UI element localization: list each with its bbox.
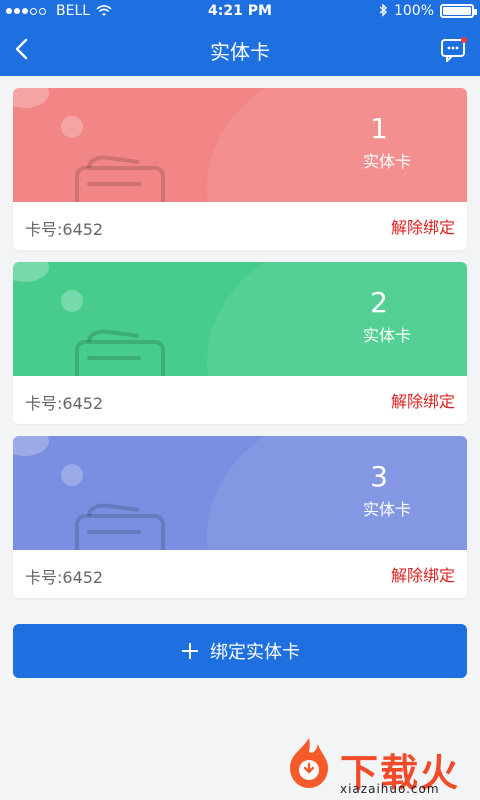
bind-card-button[interactable]: 绑定实体卡 [13, 624, 467, 678]
unbind-button[interactable]: 解除绑定 [391, 214, 455, 238]
card-number: 卡号:6452 [25, 220, 104, 239]
card-number: 卡号:6452 [25, 568, 104, 587]
unbind-button[interactable]: 解除绑定 [391, 562, 455, 586]
card-item[interactable]: 3 实体卡 卡号:6452 解除绑定 [13, 436, 467, 598]
chat-bubble-icon[interactable] [440, 36, 468, 64]
unbind-button[interactable]: 解除绑定 [391, 388, 455, 412]
card-list: 1 实体卡 卡号:6452 解除绑定 2 实体卡 卡号:6452 解除绑定 3 … [13, 88, 467, 610]
decor-bubble [13, 262, 49, 282]
page-title: 实体卡 [210, 40, 270, 64]
card-footer: 卡号:6452 解除绑定 [13, 550, 467, 598]
flame-logo-icon [290, 738, 328, 788]
decor-bubble [61, 116, 83, 138]
decor-shape [207, 88, 467, 202]
status-bar: BELL 4:21 PM 100% [0, 0, 480, 24]
card-type-label: 实体卡 [362, 326, 411, 345]
card-item[interactable]: 2 实体卡 卡号:6452 解除绑定 [13, 262, 467, 424]
status-right: 100% [378, 3, 477, 19]
card-wallet-icon [75, 329, 165, 376]
decor-shape [207, 436, 467, 550]
battery-percentage: 100% [393, 3, 434, 19]
card-index: 2 [370, 286, 388, 319]
card-face[interactable]: 1 实体卡 [13, 88, 467, 202]
header: BELL 4:21 PM 100% 实体卡 [0, 0, 480, 76]
card-type-label: 实体卡 [362, 152, 411, 171]
card-wallet-icon [75, 155, 165, 202]
decor-bubble [61, 464, 83, 486]
bluetooth-icon [379, 4, 388, 17]
card-wallet-icon [75, 503, 165, 550]
bind-card-label: 绑定实体卡 [210, 642, 300, 663]
decor-bubble [61, 290, 83, 312]
decor-bubble [13, 88, 49, 108]
card-footer: 卡号:6452 解除绑定 [13, 376, 467, 424]
card-index: 1 [370, 112, 388, 145]
card-item[interactable]: 1 实体卡 卡号:6452 解除绑定 [13, 88, 467, 250]
watermark: 下载火 xiazaihuo.com [282, 736, 472, 796]
plus-icon [180, 641, 200, 661]
decor-bubble [13, 436, 49, 456]
battery-fill [443, 7, 471, 15]
decor-shape [207, 262, 467, 376]
card-face[interactable]: 3 实体卡 [13, 436, 467, 550]
card-footer: 卡号:6452 解除绑定 [13, 202, 467, 250]
card-number: 卡号:6452 [25, 394, 104, 413]
watermark-url: xiazaihuo.com [340, 782, 440, 796]
card-type-label: 实体卡 [362, 500, 411, 519]
card-face[interactable]: 2 实体卡 [13, 262, 467, 376]
navigation-bar: 实体卡 [0, 24, 480, 76]
card-index: 3 [370, 460, 388, 493]
battery-icon [440, 4, 477, 18]
